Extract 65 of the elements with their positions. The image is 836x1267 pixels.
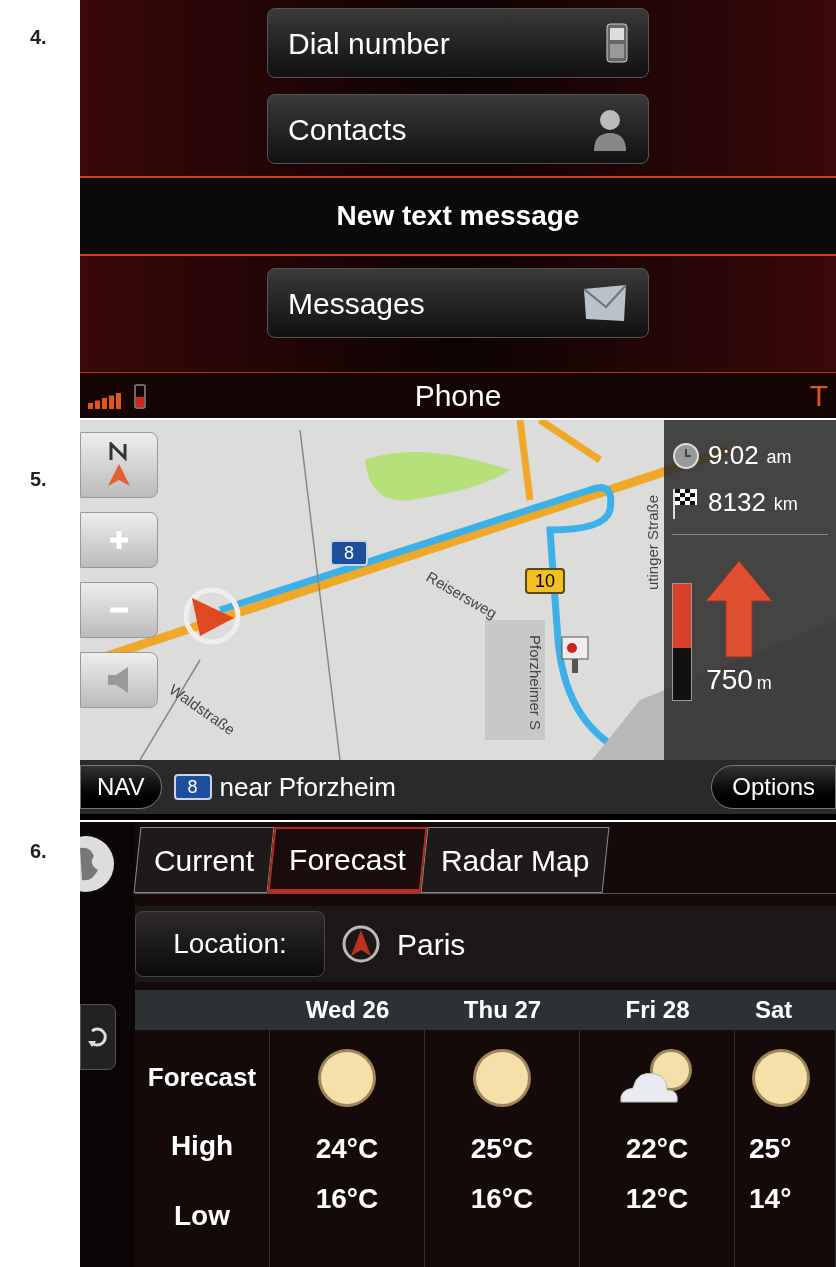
menu-button[interactable]: Dial number <box>267 8 649 78</box>
tab[interactable]: Current <box>133 827 275 893</box>
refresh-icon <box>88 1025 108 1049</box>
step-number: 5. <box>30 468 47 490</box>
high-temperature: 25° <box>749 1132 792 1166</box>
high-temperature: 24°C <box>315 1132 379 1166</box>
refresh-button[interactable] <box>80 1004 116 1070</box>
road-shield: 8 <box>173 774 212 800</box>
battery-icon <box>134 382 146 409</box>
turn-distance-unit: m <box>756 672 772 695</box>
street-label: Pforzheimer S <box>527 635 544 731</box>
day-heading: Thu 27 <box>462 995 543 1025</box>
row-label: High <box>170 1129 234 1163</box>
mobile-phone-icon <box>606 23 628 63</box>
high-temperature: 25°C <box>470 1132 534 1166</box>
checkered-flag-icon <box>672 486 700 519</box>
location-name: Paris <box>397 926 466 963</box>
remaining-distance: 8132 <box>708 486 766 519</box>
distance-unit: km <box>773 493 798 516</box>
straight-ahead-arrow-icon <box>704 559 774 659</box>
menu-button[interactable]: Messages <box>267 268 649 338</box>
minus-icon <box>108 606 130 614</box>
zoom-out-button[interactable] <box>80 582 158 638</box>
row-label: Low <box>174 1199 230 1233</box>
signal-strength-icon <box>88 392 122 411</box>
location-button[interactable]: Location: <box>135 911 325 977</box>
step-number: 4. <box>30 26 47 48</box>
current-road: near Pforzheim <box>219 770 396 804</box>
volume-button[interactable] <box>80 652 158 708</box>
plus-icon <box>108 529 130 551</box>
compass-button[interactable] <box>80 432 158 498</box>
sun-icon <box>749 1046 813 1110</box>
zoom-in-button[interactable] <box>80 512 158 568</box>
screen-title: Phone <box>414 378 502 414</box>
low-temperature: 12°C <box>625 1182 689 1216</box>
high-temperature: 22°C <box>625 1132 689 1166</box>
time-unit: am <box>766 446 792 469</box>
day-heading: Sat <box>754 995 794 1025</box>
options-button[interactable]: Options <box>711 765 836 809</box>
envelope-icon <box>582 283 628 323</box>
north-arrow-icon <box>106 442 132 488</box>
low-temperature: 16°C <box>315 1182 379 1216</box>
low-temperature: 14° <box>749 1182 792 1216</box>
step-number: 6. <box>30 840 47 862</box>
day-heading: Wed 26 <box>304 995 391 1025</box>
sun-icon <box>315 1046 379 1110</box>
status-text: T <box>809 378 828 414</box>
tab[interactable]: Radar Map <box>420 827 610 893</box>
globe-icon <box>80 834 116 894</box>
section-header: New text message <box>80 176 836 256</box>
turn-distance: 750 <box>706 663 753 697</box>
nav-button[interactable]: NAV <box>80 765 162 809</box>
sun-icon <box>470 1046 534 1110</box>
day-heading: Fri 28 <box>624 995 691 1025</box>
road-shield: 10 <box>525 568 566 594</box>
arrival-time: 9:02 <box>708 439 759 472</box>
road-shield: 8 <box>330 540 368 566</box>
low-temperature: 16°C <box>470 1182 534 1216</box>
person-icon <box>592 107 628 151</box>
speed-camera-icon <box>560 635 590 675</box>
menu-button[interactable]: Contacts <box>267 94 649 164</box>
tab[interactable]: Forecast <box>267 827 428 893</box>
street-label: utinger Straße <box>644 494 661 590</box>
row-label: Forecast <box>147 1061 257 1094</box>
clock-icon <box>672 441 700 470</box>
